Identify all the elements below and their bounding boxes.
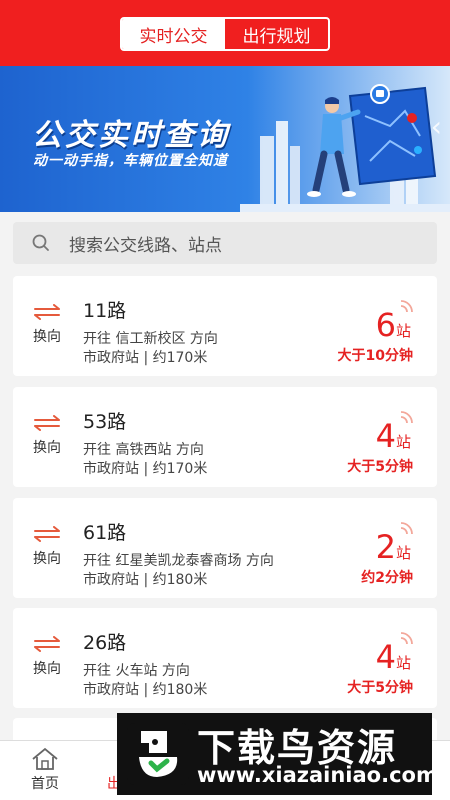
search-icon [32,234,49,251]
stations-away: 6站 [376,306,411,344]
stations-unit: 站 [395,654,411,672]
tab-trip-planning[interactable]: 出行规划 [225,19,328,49]
arrival-eta: 大于10分钟 [337,348,413,364]
mode-switch: 实时公交 出行规划 [120,17,330,51]
banner-illustration [240,84,450,212]
stations-unit: 站 [395,544,411,562]
search-input[interactable]: 搜索公交线路、站点 [13,222,437,264]
stations-away: 4站 [376,417,411,455]
route-name: 11路 [83,300,127,322]
swap-arrows-icon [34,304,60,320]
route-direction: 开往 高铁西站 方向 [83,442,204,458]
banner-subtitle: 动一动手指，车辆位置全知道 [33,153,228,169]
swap-direction-button[interactable]: 换向 [31,526,63,568]
arrival-eta: 大于5分钟 [347,459,413,475]
home-icon [32,747,58,770]
route-name: 26路 [83,632,127,654]
route-card[interactable]: 换向 11路 开往 信工新校区 方向 市政府站 | 约170米 6站 大于10分… [13,276,437,376]
promo-banner[interactable]: 公交实时查询 动一动手指，车辆位置全知道 ‹ [0,66,450,212]
stations-count: 2 [375,528,396,566]
stations-away: 2站 [376,528,411,566]
route-card[interactable]: 换向 53路 开往 高铁西站 方向 市政府站 | 约170米 4站 大于5分钟 [13,387,437,487]
swap-direction-button[interactable]: 换向 [31,304,63,346]
route-stop-distance: 市政府站 | 约180米 [83,572,208,588]
stations-count: 4 [375,638,396,676]
stations-unit: 站 [395,322,411,340]
route-card[interactable]: 换向 26路 开往 火车站 方向 市政府站 | 约180米 4站 大于5分钟 [13,608,437,708]
stations-count: 4 [375,417,396,455]
tab-home-label: 首页 [31,776,59,792]
route-name: 53路 [83,411,127,433]
route-stop-distance: 市政府站 | 约170米 [83,461,208,477]
swap-arrows-icon [34,636,60,652]
swap-direction-button[interactable]: 换向 [31,636,63,678]
swap-arrows-icon [34,415,60,431]
stations-count: 6 [375,306,396,344]
swap-label: 换向 [33,551,61,567]
route-stop-distance: 市政府站 | 约180米 [83,682,208,698]
route-stop-distance: 市政府站 | 约170米 [83,350,208,366]
watermark-url: www.xiazainiao.com [197,763,438,787]
swap-label: 换向 [33,329,61,345]
arrival-eta: 约2分钟 [361,570,413,586]
banner-title: 公交实时查询 [32,118,230,153]
header-bar: 实时公交 出行规划 [0,0,450,66]
stations-unit: 站 [395,433,411,451]
route-direction: 开往 红星美凯龙泰睿商场 方向 [83,553,274,569]
swap-label: 换向 [33,440,61,456]
route-name: 61路 [83,522,127,544]
bird-logo-icon [127,723,189,785]
swap-arrows-icon [34,526,60,542]
route-direction: 开往 火车站 方向 [83,663,190,679]
search-placeholder: 搜索公交线路、站点 [69,235,222,256]
watermark-overlay: 下载鸟资源 www.xiazainiao.com [117,713,438,795]
chevron-left-icon[interactable]: ‹ [431,110,442,143]
stations-away: 4站 [376,638,411,676]
tab-realtime-bus[interactable]: 实时公交 [122,19,225,49]
tab-home[interactable]: 首页 [0,747,90,793]
route-card[interactable]: 换向 61路 开往 红星美凯龙泰睿商场 方向 市政府站 | 约180米 2站 约… [13,498,437,598]
route-direction: 开往 信工新校区 方向 [83,331,218,347]
swap-direction-button[interactable]: 换向 [31,415,63,457]
swap-label: 换向 [33,661,61,677]
arrival-eta: 大于5分钟 [347,680,413,696]
